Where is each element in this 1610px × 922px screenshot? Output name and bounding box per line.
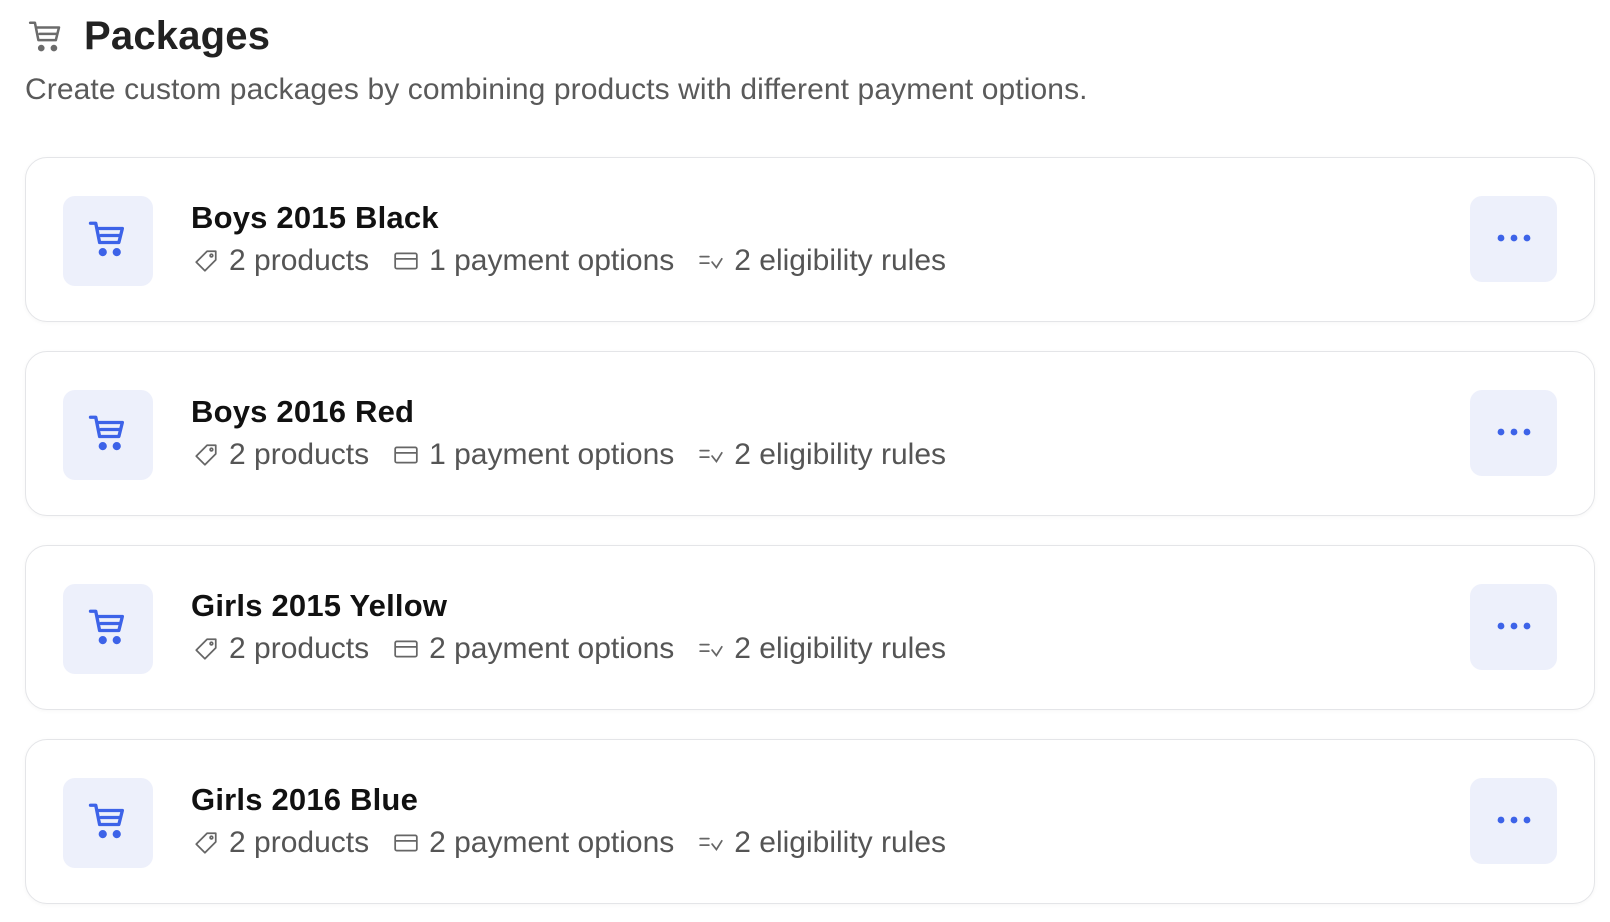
- page-title: Packages: [84, 14, 271, 58]
- tag-icon: [191, 246, 221, 276]
- package-meta: 2 products 1 payment options 2 eligibili…: [191, 244, 968, 278]
- products-label: 2 products: [229, 632, 370, 665]
- package-meta: 2 products 2 payment options 2 eligibili…: [191, 632, 968, 666]
- more-horizontal-icon: [1496, 424, 1532, 442]
- cart-icon: [87, 606, 129, 653]
- products-label: 2 products: [229, 826, 370, 859]
- credit-card-icon: [391, 634, 421, 664]
- package-name: Girls 2016 Blue: [191, 782, 419, 817]
- more-horizontal-icon: [1496, 230, 1532, 248]
- eligibility-rules-count: 2 eligibility rules: [696, 244, 946, 278]
- package-menu-button[interactable]: [1470, 390, 1557, 476]
- list-check-icon: [696, 634, 726, 664]
- eligibility-rules-label: 2 eligibility rules: [734, 826, 947, 859]
- package-info: Girls 2016 Blue 2 products 2 payment opt…: [191, 782, 968, 860]
- more-horizontal-icon: [1496, 618, 1532, 636]
- products-count: 2 products: [191, 244, 369, 278]
- cart-icon: [26, 17, 66, 57]
- payment-options-count: 1 payment options: [391, 244, 674, 278]
- products-count: 2 products: [191, 826, 369, 860]
- eligibility-rules-count: 2 eligibility rules: [696, 438, 946, 472]
- eligibility-rules-count: 2 eligibility rules: [696, 632, 946, 666]
- tag-icon: [191, 634, 221, 664]
- package-name: Boys 2016 Red: [191, 394, 415, 429]
- products-count: 2 products: [191, 632, 369, 666]
- eligibility-rules-label: 2 eligibility rules: [734, 244, 947, 277]
- cart-icon: [87, 412, 129, 459]
- cart-icon: [87, 218, 129, 265]
- payment-options-label: 1 payment options: [429, 244, 675, 277]
- credit-card-icon: [391, 828, 421, 858]
- package-menu-button[interactable]: [1470, 196, 1557, 282]
- package-menu-button[interactable]: [1470, 584, 1557, 670]
- package-card[interactable]: Boys 2016 Red 2 products 1 payment optio…: [25, 351, 1595, 516]
- page-subtitle: Create custom packages by combining prod…: [25, 73, 1088, 106]
- package-meta: 2 products 2 payment options 2 eligibili…: [191, 826, 968, 860]
- products-count: 2 products: [191, 438, 369, 472]
- more-horizontal-icon: [1496, 812, 1532, 830]
- package-thumb: [63, 584, 153, 674]
- package-info: Girls 2015 Yellow 2 products 2 payment o…: [191, 588, 968, 666]
- payment-options-count: 2 payment options: [391, 826, 674, 860]
- package-thumb: [63, 196, 153, 286]
- eligibility-rules-count: 2 eligibility rules: [696, 826, 946, 860]
- package-card[interactable]: Girls 2016 Blue 2 products 2 payment opt…: [25, 739, 1595, 904]
- credit-card-icon: [391, 440, 421, 470]
- package-name: Boys 2015 Black: [191, 200, 439, 235]
- payment-options-label: 2 payment options: [429, 632, 675, 665]
- payment-options-count: 1 payment options: [391, 438, 674, 472]
- page-header: Packages: [26, 14, 270, 59]
- cart-icon: [87, 800, 129, 847]
- package-thumb: [63, 390, 153, 480]
- list-check-icon: [696, 246, 726, 276]
- eligibility-rules-label: 2 eligibility rules: [734, 632, 947, 665]
- payment-options-label: 2 payment options: [429, 826, 675, 859]
- products-label: 2 products: [229, 438, 370, 471]
- list-check-icon: [696, 828, 726, 858]
- eligibility-rules-label: 2 eligibility rules: [734, 438, 947, 471]
- package-name: Girls 2015 Yellow: [191, 588, 448, 623]
- packages-page: Packages Create custom packages by combi…: [0, 0, 1610, 922]
- list-check-icon: [696, 440, 726, 470]
- payment-options-count: 2 payment options: [391, 632, 674, 666]
- package-meta: 2 products 1 payment options 2 eligibili…: [191, 438, 968, 472]
- package-menu-button[interactable]: [1470, 778, 1557, 864]
- package-card[interactable]: Boys 2015 Black 2 products 1 payment opt…: [25, 157, 1595, 322]
- package-thumb: [63, 778, 153, 868]
- payment-options-label: 1 payment options: [429, 438, 675, 471]
- package-info: Boys 2016 Red 2 products 1 payment optio…: [191, 394, 968, 472]
- tag-icon: [191, 440, 221, 470]
- package-list: Boys 2015 Black 2 products 1 payment opt…: [25, 157, 1595, 922]
- products-label: 2 products: [229, 244, 370, 277]
- package-info: Boys 2015 Black 2 products 1 payment opt…: [191, 200, 968, 278]
- credit-card-icon: [391, 246, 421, 276]
- tag-icon: [191, 828, 221, 858]
- package-card[interactable]: Girls 2015 Yellow 2 products 2 payment o…: [25, 545, 1595, 710]
